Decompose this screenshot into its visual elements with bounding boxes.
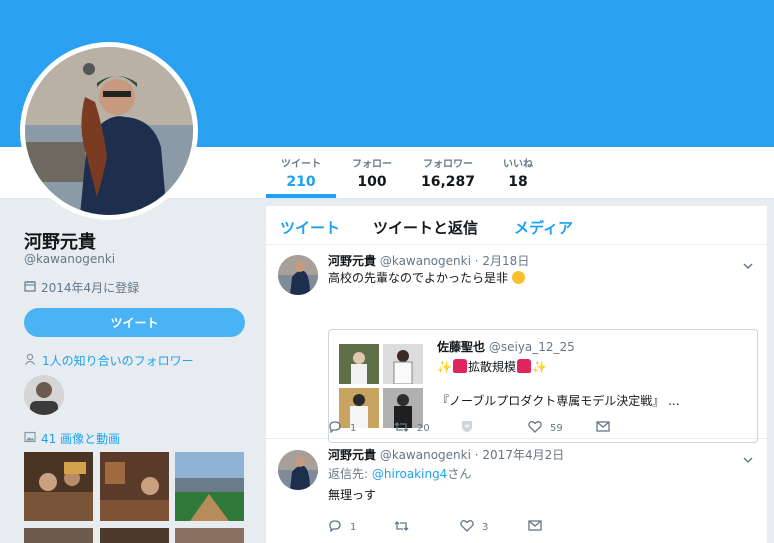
tweet-date[interactable]: · 2月18日	[475, 254, 530, 268]
direct-message-button[interactable]	[596, 421, 610, 435]
photos-videos-text: 41 画像と動画	[41, 432, 121, 446]
tweet-header: 河野元貴 @kawanogenki · 2月18日	[328, 252, 529, 269]
tweet-to-button[interactable]: ツイート	[24, 308, 245, 337]
heart-icon	[528, 420, 542, 436]
timeline: ツイート ツイートと返信 メディア 河野元貴 @kawanogenki · 2月…	[266, 206, 767, 543]
retweet-icon	[394, 520, 409, 535]
media-thumbnail[interactable]	[175, 452, 244, 521]
sparkles-icon: ✨	[531, 360, 547, 374]
quoted-tweet-line-1-text: 拡散規模	[467, 360, 516, 374]
chevron-down-icon[interactable]	[743, 256, 753, 270]
stat-tweets[interactable]: ツイート 210	[274, 155, 328, 190]
envelope-icon	[528, 520, 542, 534]
tweet-author-name[interactable]: 河野元貴	[328, 448, 376, 462]
siren-icon	[452, 359, 467, 373]
reply-count: 1	[350, 422, 357, 434]
retweet-button[interactable]	[394, 520, 460, 535]
retweet-button[interactable]: 20	[394, 421, 460, 436]
calendar-icon	[24, 280, 36, 295]
like-count: 3	[482, 521, 489, 533]
hugging-face-emoji-icon	[511, 271, 525, 284]
reply-context-suffix: さん	[447, 467, 472, 481]
timeline-tabs: ツイート ツイートと返信 メディア	[266, 206, 767, 245]
joined-date: 2014年4月に登録	[24, 279, 139, 296]
profile-avatar[interactable]	[25, 47, 193, 215]
photos-videos-link[interactable]: 41 画像と動画	[24, 430, 120, 447]
media-thumbnail[interactable]	[100, 528, 169, 543]
tweet-author-avatar[interactable]	[278, 450, 318, 490]
sparkles-icon: ✨	[437, 360, 452, 374]
retweet-icon	[394, 421, 409, 436]
reply-context-handle[interactable]: @hiroaking4	[372, 467, 447, 481]
reply-button[interactable]: 1	[328, 420, 394, 436]
tab-tweets[interactable]: ツイート	[280, 217, 340, 238]
profile-name: 河野元貴	[24, 232, 96, 253]
joined-date-text: 2014年4月に登録	[41, 281, 140, 295]
tweet-text: 無理っす	[328, 488, 377, 502]
quoted-tweet-line-2: 『ノーブルプロダクト専属モデル決定戦』 ...	[437, 394, 680, 408]
media-thumbnail[interactable]	[24, 452, 93, 521]
tweet-actions: 1 3	[328, 519, 542, 535]
tweet-date[interactable]: · 2017年4月2日	[475, 448, 564, 462]
tweet-author-name[interactable]: 河野元貴	[328, 254, 376, 268]
stat-followers[interactable]: フォロワー 16,287	[415, 155, 481, 190]
quoted-author-handle: @seiya_12_25	[488, 340, 575, 354]
moments-button[interactable]	[460, 420, 528, 436]
media-thumbnail[interactable]	[100, 452, 169, 521]
followers-you-know-link[interactable]: 1人の知り合いのフォロワー	[24, 352, 194, 369]
envelope-icon	[596, 421, 610, 435]
media-thumbnail[interactable]	[175, 528, 244, 543]
reply-count: 1	[350, 521, 357, 533]
tweet-text: 高校の先輩なのでよかったら是非	[328, 269, 525, 286]
media-thumbnail[interactable]	[24, 528, 93, 543]
image-icon	[24, 431, 36, 446]
followers-you-know-text: 1人の知り合いのフォロワー	[42, 354, 194, 368]
tweet[interactable]: 河野元貴 @kawanogenki · 2月18日 高校の先輩なのでよかったら是…	[266, 245, 767, 443]
heart-shield-icon	[460, 420, 474, 436]
quoted-tweet-line-1: ✨ 拡散規模 ✨	[437, 358, 547, 375]
like-count: 59	[550, 422, 563, 434]
retweet-count: 20	[417, 422, 430, 434]
like-button[interactable]: 59	[528, 420, 596, 436]
profile-handle: @kawanogenki	[24, 252, 116, 266]
quoted-author-name: 佐藤聖也	[437, 340, 486, 354]
direct-message-button[interactable]	[528, 520, 542, 534]
active-stat-indicator	[266, 194, 336, 198]
tweet[interactable]: 河野元貴 @kawanogenki · 2017年4月2日 返信先: @hiro…	[266, 439, 767, 543]
known-follower-avatar[interactable]	[24, 375, 64, 415]
tab-media[interactable]: メディア	[514, 217, 573, 238]
chevron-down-icon[interactable]	[743, 450, 753, 464]
person-icon	[24, 353, 36, 368]
reply-button[interactable]: 1	[328, 519, 394, 535]
quoted-tweet-header: 佐藤聖也 @seiya_12_25	[437, 338, 575, 355]
reply-icon	[328, 519, 342, 535]
tweet-text-body: 高校の先輩なのでよかったら是非	[328, 271, 509, 285]
heart-icon	[460, 519, 474, 535]
stat-likes[interactable]: いいね 18	[496, 155, 540, 190]
tweet-header: 河野元貴 @kawanogenki · 2017年4月2日	[328, 446, 564, 463]
like-button[interactable]: 3	[460, 519, 528, 535]
tweet-author-avatar[interactable]	[278, 255, 318, 295]
stat-following[interactable]: フォロー 100	[345, 155, 399, 190]
quoted-tweet-image	[339, 344, 379, 384]
tweet-author-handle[interactable]: @kawanogenki	[380, 254, 471, 268]
tweet-author-handle[interactable]: @kawanogenki	[380, 448, 471, 462]
tab-tweets-and-replies[interactable]: ツイートと返信	[373, 217, 478, 238]
tweet-actions: 1 20 59	[328, 420, 610, 436]
reply-context-prefix: 返信先:	[328, 467, 369, 481]
reply-icon	[328, 420, 342, 436]
siren-icon	[516, 359, 531, 373]
reply-context: 返信先: @hiroaking4さん	[328, 465, 471, 482]
quoted-tweet-image	[383, 344, 423, 384]
